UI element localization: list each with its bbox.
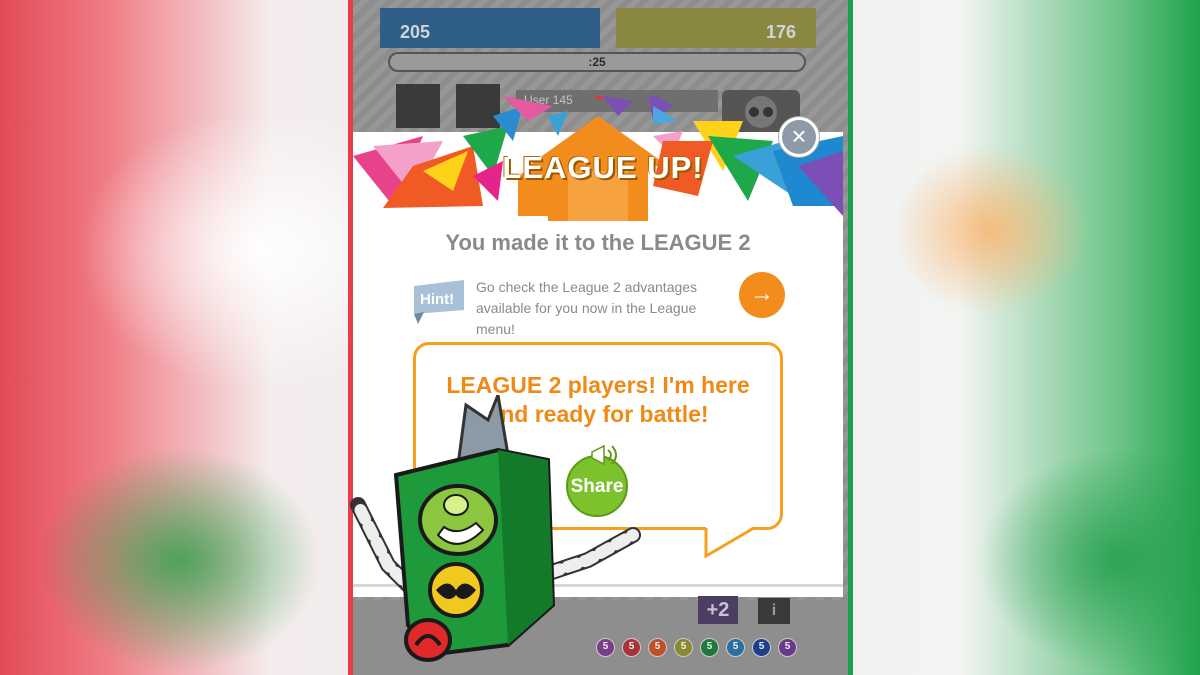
close-button[interactable]: × (779, 117, 819, 157)
speech-bubble-tail (704, 526, 755, 559)
league-up-title: LEAGUE UP! (502, 150, 704, 185)
close-icon: × (791, 121, 807, 151)
coin-badge: 5 (726, 638, 745, 657)
coin-badge: 5 (752, 638, 771, 657)
timer-text: :25 (588, 55, 606, 69)
coin-badge: 5 (700, 638, 719, 657)
hint-badge: Hint! (414, 280, 464, 324)
info-button[interactable]: i (758, 598, 790, 624)
game-screen: 205 176 :25 User 145 LEAGUE UP! × You ma… (348, 0, 853, 675)
score-panel-right: 176 (616, 8, 816, 48)
bonus-button[interactable]: +2 (698, 596, 738, 624)
go-to-league-button[interactable]: → (739, 272, 785, 318)
coin-badge: 5 (674, 638, 693, 657)
timer-bar: :25 (388, 52, 806, 72)
score-right: 176 (765, 22, 796, 42)
traffic-light-mascot (350, 395, 641, 662)
coin-badge: 5 (648, 638, 667, 657)
hint-tag-label: Hint! (420, 291, 454, 308)
league-subtitle: You made it to the LEAGUE 2 (445, 230, 751, 255)
coin-badge: 5 (778, 638, 797, 657)
score-left: 205 (400, 22, 431, 42)
arrow-right-icon: → (750, 280, 774, 307)
hint-text: Go check the League 2 advantages availab… (476, 279, 698, 337)
score-panel-left: 205 (380, 8, 600, 48)
